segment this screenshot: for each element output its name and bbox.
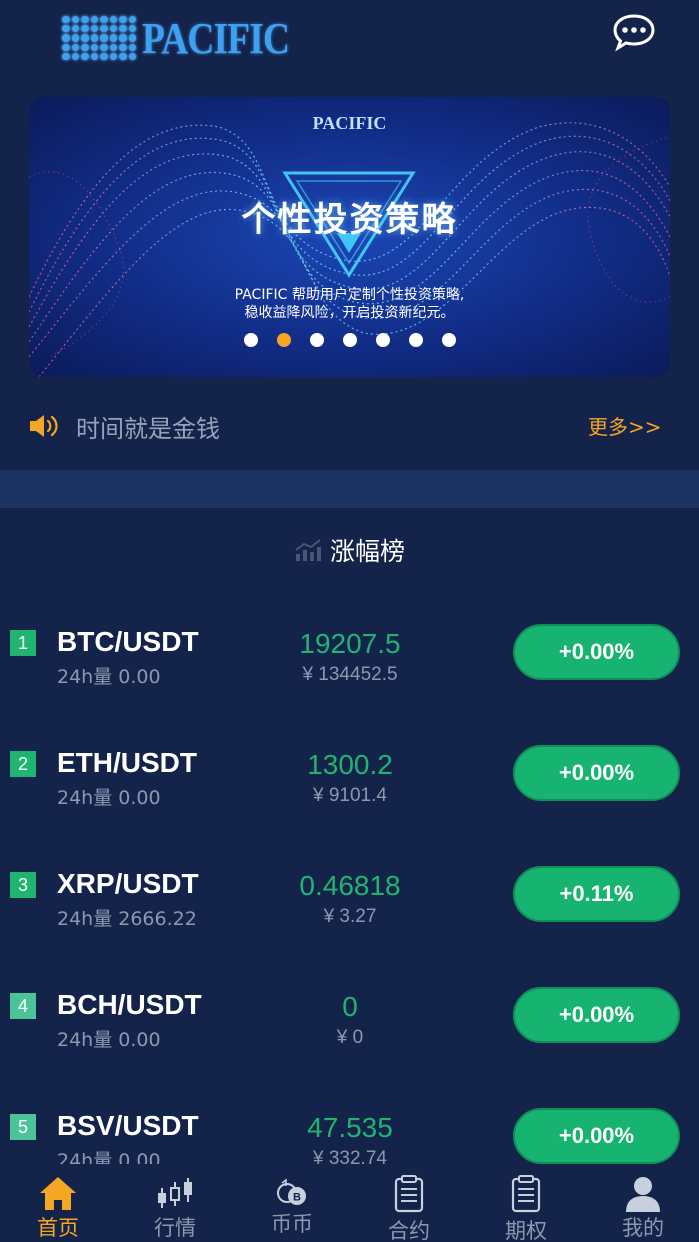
rank-badge: 2 [10,751,36,777]
last-price: 0 [342,991,358,1022]
change-percent-button[interactable]: +0.00% [513,987,680,1043]
carousel-dot[interactable] [375,333,390,347]
tab-contract[interactable]: 合约 [351,1164,467,1242]
rank-badge: 5 [10,1114,36,1140]
market-row[interactable]: 3 XRP/USDT 24h量 2666.22 0.46818 ¥ 3.27 +… [0,832,699,953]
candlestick-icon [158,1178,192,1208]
notice-text[interactable]: 时间就是金钱 [76,409,220,444]
tab-market[interactable]: 行情 [117,1164,233,1242]
rank-badge: 1 [10,630,36,656]
change-percent-button[interactable]: +0.11% [513,866,680,922]
carousel-indicator [29,333,670,347]
last-price: 47.535 [307,1112,393,1143]
contract-doc-icon [394,1175,424,1213]
carousel-dot[interactable] [243,333,258,347]
last-price: 0.46818 [299,870,401,901]
logo-text: PACIFIC [142,13,290,63]
promo-banner-carousel[interactable]: PACIFIC 个性投资策略 PACIFIC 帮助用户定制个性投资策略, 稳收益… [29,97,670,377]
carousel-dot[interactable] [408,333,423,347]
trend-chart-icon [295,539,321,561]
chat-bubble-icon[interactable] [612,12,656,52]
last-price: 1300.2 [307,749,393,780]
cny-price: ¥ 3.27 [323,906,377,927]
pair-name: BCH/USDT [57,989,202,1020]
ranking-title: 涨幅榜 [329,537,405,566]
carousel-dot-active[interactable] [276,333,291,347]
banner-desc-line1: PACIFIC 帮助用户定制个性投资策略, [234,287,465,303]
cny-price: ¥ 0 [336,1027,364,1048]
volume-24h: 24h量 0.00 [57,1029,161,1051]
pair-name: XRP/USDT [57,868,199,899]
app-header: PACIFIC [0,0,699,90]
market-row[interactable]: 1 BTC/USDT 24h量 0.00 19207.5 ¥ 134452.5 … [0,590,699,711]
tab-label: 行情 [154,1216,196,1240]
tab-label: 币币 [271,1212,313,1236]
bottom-tab-bar: 首页 行情 B 币币 合约 期权 我的 [0,1164,699,1242]
tab-label: 我的 [622,1216,664,1240]
pacific-logo: PACIFIC [62,13,315,63]
tab-label: 首页 [37,1216,79,1240]
pair-name: BTC/USDT [57,626,199,657]
cny-price: ¥ 9101.4 [313,785,387,806]
logo-dot-grid [62,16,136,60]
volume-24h: 24h量 2666.22 [57,908,197,930]
notice-bar: 时间就是金钱 更多>> [0,400,699,450]
carousel-dot[interactable] [342,333,357,347]
user-icon [626,1177,660,1212]
rank-badge: 4 [10,993,36,1019]
section-divider [0,470,699,508]
pair-name: BSV/USDT [57,1110,199,1141]
market-row[interactable]: 2 ETH/USDT 24h量 0.00 1300.2 ¥ 9101.4 +0.… [0,711,699,832]
tab-home[interactable]: 首页 [0,1164,116,1242]
more-link[interactable]: 更多>> [588,411,662,440]
tab-label: 期权 [505,1219,547,1242]
change-percent-button[interactable]: +0.00% [513,624,680,680]
change-percent-button[interactable]: +0.00% [513,1108,680,1164]
cny-price: ¥ 134452.5 [302,664,398,685]
last-price: 19207.5 [299,628,401,659]
options-doc-icon [511,1175,541,1213]
change-percent-button[interactable]: +0.00% [513,745,680,801]
home-icon [40,1177,76,1210]
carousel-dot[interactable] [441,333,456,347]
tab-options[interactable]: 期权 [468,1164,584,1242]
pair-name: ETH/USDT [57,747,197,778]
tab-label: 合约 [388,1219,430,1242]
tab-mine[interactable]: 我的 [585,1164,699,1242]
market-row[interactable]: 4 BCH/USDT 24h量 0.00 0 ¥ 0 +0.00% [0,953,699,1074]
speaker-icon [30,415,58,437]
banner-desc-line2: 稳收益降风险，开启投资新纪元。 [244,305,455,321]
banner-title: 个性投资策略 [241,200,458,240]
ranking-header: 涨幅榜 [0,530,699,570]
banner-logo: PACIFIC [312,113,387,133]
banner-description: PACIFIC 帮助用户定制个性投资策略, 稳收益降风险，开启投资新纪元。 [29,286,670,322]
carousel-dot[interactable] [309,333,324,347]
rank-badge: 3 [10,872,36,898]
svg-text:B: B [293,1192,301,1204]
volume-24h: 24h量 0.00 [57,666,161,688]
volume-24h: 24h量 0.00 [57,787,161,809]
tab-spot[interactable]: B 币币 [234,1164,350,1242]
